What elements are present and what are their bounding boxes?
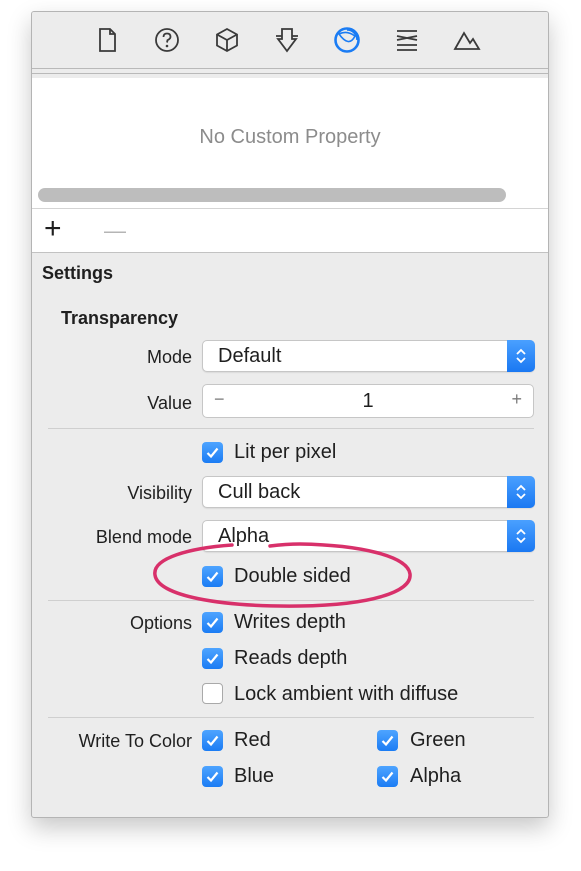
blend-mode-label: Blend mode [95,527,192,547]
section-divider [48,428,534,429]
file-icon[interactable] [93,26,121,54]
double-sided-label: Double sided [234,565,351,587]
alpha-checkbox[interactable] [377,766,398,787]
attributes-icon[interactable] [273,26,301,54]
blend-mode-value: Alpha [218,525,270,547]
value-label: Value [147,393,192,413]
lock-ambient-label: Lock ambient with diffuse [234,683,459,705]
visibility-popup-arrows-icon [507,476,535,508]
no-custom-property-text: No Custom Property [199,126,381,148]
section-divider [48,600,534,601]
writes-depth-label: Writes depth [234,611,346,633]
lit-per-pixel-label: Lit per pixel [234,441,337,463]
mountain-icon[interactable] [453,26,481,54]
settings-title: Settings [42,263,114,283]
transparency-value[interactable]: 1 [203,390,533,413]
visibility-label: Visibility [127,483,192,503]
options-label: Options [129,613,192,633]
red-label: Red [234,729,271,751]
inspector-toolbar [32,12,548,68]
red-checkbox[interactable] [202,730,223,751]
blue-label: Blue [234,765,275,787]
green-checkbox[interactable] [377,730,398,751]
material-icon[interactable] [333,26,361,54]
add-property-button[interactable]: + [44,213,62,245]
horizontal-scrollbar[interactable] [38,188,506,202]
writes-depth-checkbox[interactable] [202,612,223,633]
remove-property-button[interactable]: — [104,215,126,247]
transparency-value-stepper[interactable]: 1 − + [202,384,534,418]
scene-icon[interactable] [393,26,421,54]
write-to-color-label: Write To Color [78,731,192,751]
blue-checkbox[interactable] [202,766,223,787]
reads-depth-checkbox[interactable] [202,648,223,669]
mode-label: Mode [146,347,192,367]
add-remove-bar: + — [32,209,548,253]
visibility-popup[interactable]: Cull back [202,476,535,508]
mode-popup[interactable]: Default [202,340,535,372]
double-sided-checkbox[interactable] [202,566,223,587]
mode-popup-arrows-icon [507,340,535,372]
custom-property-list: No Custom Property [32,78,548,209]
alpha-label: Alpha [410,765,462,787]
lit-per-pixel-checkbox[interactable] [202,442,223,463]
green-label: Green [410,729,466,751]
blend-mode-popup[interactable]: Alpha [202,520,535,552]
lock-ambient-checkbox[interactable] [202,683,223,704]
inspector-panel: No Custom Property + — Settings Transpar… [31,11,549,818]
mode-value: Default [218,345,282,367]
reads-depth-label: Reads depth [234,647,348,669]
decrement-button[interactable]: − [214,389,225,410]
blend-mode-popup-arrows-icon [507,520,535,552]
increment-button[interactable]: + [511,389,522,410]
cube-icon[interactable] [213,26,241,54]
help-icon[interactable] [153,26,181,54]
visibility-value: Cull back [218,481,301,503]
section-divider [48,717,534,718]
toolbar-separator [32,68,548,74]
transparency-title: Transparency [61,308,179,328]
